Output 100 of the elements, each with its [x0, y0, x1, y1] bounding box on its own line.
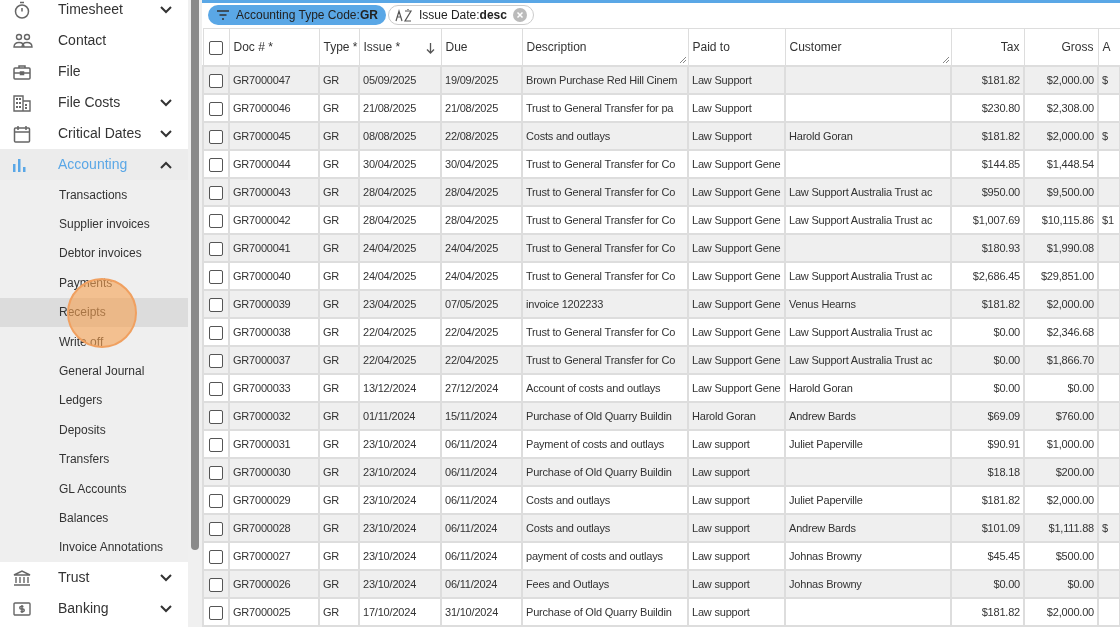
table-cell: Venus Hearns [789, 297, 856, 310]
table-cell: $1,111.88 [1048, 521, 1094, 534]
filter-chip[interactable]: Accounting Type Code:GR [208, 5, 386, 26]
checkbox[interactable] [209, 325, 223, 340]
table-cell: GR [323, 157, 340, 170]
column-header[interactable]: Paid to [688, 28, 785, 66]
table-cell: Johnas Browny [789, 549, 862, 562]
scrollbar-thumb[interactable] [191, 0, 199, 550]
checkbox[interactable] [209, 493, 223, 508]
chevron-up-icon[interactable] [160, 160, 172, 169]
table-cell: GR [323, 325, 340, 338]
checkbox[interactable] [209, 577, 223, 592]
table-cell: GR7000031 [233, 437, 291, 450]
table-cell: $ [1102, 521, 1108, 534]
table-cell: $760.00 [1055, 409, 1094, 422]
table-cell: GR7000044 [233, 157, 291, 170]
chevron-down-icon[interactable] [160, 573, 172, 582]
column-header[interactable]: Gross [1024, 28, 1098, 66]
table-cell: $18.18 [987, 465, 1020, 478]
checkbox[interactable] [209, 465, 223, 480]
table-cell: Trust to General Transfer for pa [526, 101, 674, 114]
table-cell: $181.82 [981, 129, 1020, 142]
chevron-down-icon[interactable] [160, 129, 172, 138]
checkbox[interactable] [209, 129, 223, 144]
chevron-down-icon[interactable] [160, 98, 172, 107]
table-cell: $181.82 [981, 605, 1020, 618]
checkbox[interactable] [209, 381, 223, 396]
table-cell: Law Support Gene [692, 185, 781, 198]
table-cell: Purchase of Old Quarry Buildin [526, 605, 672, 618]
table-cell: GR [323, 185, 340, 198]
column-header[interactable]: Issue * [359, 28, 441, 66]
table-cell: GR [323, 437, 340, 450]
resize-handle-icon[interactable] [678, 56, 686, 63]
table-cell: $181.82 [981, 493, 1020, 506]
checkbox[interactable] [209, 185, 223, 200]
chevron-down-icon[interactable] [160, 5, 172, 14]
table-cell: $0.00 [993, 381, 1020, 394]
checkbox[interactable] [209, 241, 223, 256]
table-cell: GR7000046 [233, 101, 291, 114]
resize-handle-icon[interactable] [941, 56, 949, 63]
banknote-icon [12, 600, 32, 617]
table-cell: $2,000.00 [1046, 493, 1094, 506]
column-header[interactable]: Type * [319, 28, 359, 66]
checkbox[interactable] [209, 521, 223, 536]
table-cell: GR [323, 129, 340, 142]
table-cell: GR7000025 [233, 605, 291, 618]
table-cell: $2,000.00 [1046, 297, 1094, 310]
table-cell: Law Support Gene [692, 381, 781, 394]
table-cell: $2,686.45 [972, 269, 1020, 282]
table-cell: GR [323, 381, 340, 394]
table-cell: $181.82 [981, 297, 1020, 310]
table-cell: Law Support Gene [692, 325, 781, 338]
table-cell: 06/11/2024 [445, 437, 498, 450]
table-cell: GR7000043 [233, 185, 291, 198]
column-header[interactable]: Doc # * [229, 28, 319, 66]
table-cell: $29,851.00 [1040, 269, 1094, 282]
column-header[interactable]: Due [441, 28, 522, 66]
table-cell: GR [323, 353, 340, 366]
table-cell: Costs and outlays [526, 129, 611, 142]
sort-chip[interactable]: Issue Date:desc [387, 5, 534, 26]
column-header[interactable]: Tax [951, 28, 1024, 66]
table-cell: 06/11/2024 [445, 521, 498, 534]
checkbox[interactable] [209, 40, 223, 55]
table-cell: $101.09 [981, 521, 1020, 534]
checkbox[interactable] [209, 269, 223, 284]
table-cell: 23/10/2024 [363, 521, 417, 534]
table-cell: 23/10/2024 [363, 465, 417, 478]
checkbox[interactable] [209, 101, 223, 116]
checkbox[interactable] [209, 549, 223, 564]
column-header[interactable]: Description [522, 28, 688, 66]
checkbox[interactable] [209, 605, 223, 620]
table-cell: GR7000041 [233, 241, 291, 254]
table-cell: Harold Goran [789, 129, 853, 142]
table-cell: Trust to General Transfer for Co [526, 157, 676, 170]
table-cell: Law Support Gene [692, 213, 781, 226]
sort-arrow-icon[interactable] [425, 42, 435, 54]
table-cell: 30/04/2025 [363, 157, 417, 170]
table-cell: $1,990.08 [1046, 241, 1094, 254]
table-cell: 23/04/2025 [363, 297, 417, 310]
table-cell: Trust to General Transfer for Co [526, 241, 676, 254]
column-header[interactable]: Customer [785, 28, 951, 66]
checkbox[interactable] [209, 73, 223, 88]
checkbox[interactable] [209, 157, 223, 172]
table-cell: $0.00 [1067, 381, 1094, 394]
checkbox[interactable] [209, 297, 223, 312]
checkbox[interactable] [209, 353, 223, 368]
chevron-down-icon[interactable] [160, 604, 172, 613]
checkbox[interactable] [209, 213, 223, 228]
table-cell: GR [323, 605, 340, 618]
table-cell: 22/04/2025 [363, 325, 417, 338]
table-cell: GR [323, 241, 340, 254]
table-cell: $180.93 [981, 241, 1020, 254]
checkbox[interactable] [209, 437, 223, 452]
table-cell: Johnas Browny [789, 577, 862, 590]
bar-chart-icon [12, 157, 28, 172]
checkbox[interactable] [209, 409, 223, 424]
table-cell: 17/10/2024 [363, 605, 417, 618]
bank-icon [12, 568, 32, 587]
table-cell: GR [323, 577, 340, 590]
table-cell: $1,866.70 [1046, 353, 1094, 366]
